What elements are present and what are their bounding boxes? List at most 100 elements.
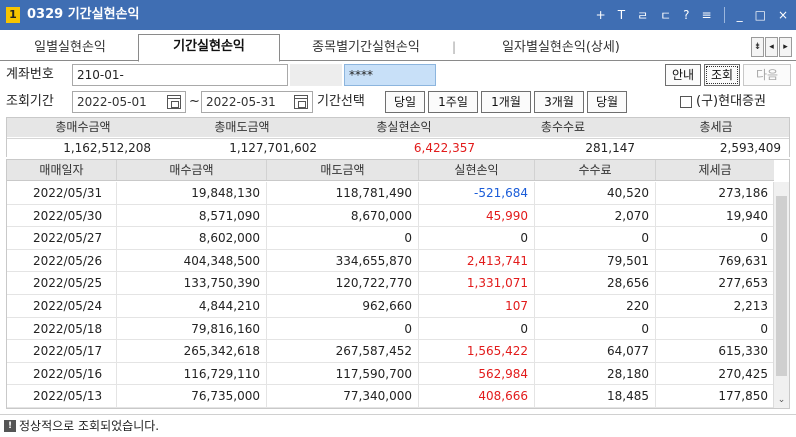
table-row[interactable]: 2022/05/13 76,735,000 77,340,000 408,666 18,… bbox=[7, 385, 774, 408]
grid-header-cell[interactable]: 매도금액 bbox=[267, 160, 419, 180]
preset-3month-button[interactable]: 3개월 bbox=[534, 91, 584, 113]
password-input[interactable]: **** bbox=[344, 64, 436, 86]
commission-cell: 0 bbox=[535, 317, 656, 340]
table-row[interactable]: 2022/05/25 133,750,390 120,722,770 1,331,07… bbox=[7, 272, 774, 295]
tax-cell: 0 bbox=[760, 231, 768, 246]
scroll-down-icon[interactable]: ⌄ bbox=[776, 395, 787, 405]
vertical-scrollbar[interactable]: ⌄ bbox=[773, 182, 789, 408]
period-label: 조회기간 bbox=[6, 94, 54, 109]
summary-header-cell: 총실현손익 bbox=[376, 120, 432, 134]
help-icon[interactable]: ? bbox=[683, 8, 689, 22]
table-row[interactable]: 2022/05/18 79,816,160 0 0 0 0 bbox=[7, 317, 774, 341]
account-row: 계좌번호 210-01- **** 안내 조회 다음 bbox=[0, 64, 796, 86]
table-row[interactable]: 2022/05/27 8,602,000 0 0 0 0 bbox=[7, 227, 774, 250]
grid-header-row: 매매일자 매수금액 매도금액 실현손익 수수료 제세금 bbox=[7, 160, 774, 181]
total-sell-amount: 1,127,701,602 bbox=[229, 141, 317, 155]
commission-cell: 40,520 bbox=[535, 182, 656, 204]
trade-date-cell: 2022/05/30 bbox=[7, 204, 117, 227]
sell-amount-cell: 118,781,490 bbox=[267, 182, 419, 204]
buy-amount-cell: 404,348,500 bbox=[117, 249, 267, 272]
buy-amount-cell: 8,571,090 bbox=[117, 204, 267, 227]
table-row[interactable]: 2022/05/24 4,844,210 962,660 107 220 2,213 bbox=[7, 294, 774, 318]
start-date-value: 2022-05-01 bbox=[77, 95, 147, 109]
table-row[interactable]: 2022/05/16 116,729,110 117,590,700 562,984 2… bbox=[7, 362, 774, 386]
sell-amount-cell: 8,670,000 bbox=[267, 204, 419, 227]
buy-amount-cell: 19,848,130 bbox=[117, 182, 267, 204]
font-size-icon[interactable]: T bbox=[618, 8, 625, 22]
old-hyundai-checkbox[interactable] bbox=[680, 96, 692, 108]
table-row[interactable]: 2022/05/17 265,342,618 267,587,452 1,565,42… bbox=[7, 340, 774, 363]
daily-pnl-grid: 매매일자 매수금액 매도금액 실현손익 수수료 제세금 2022/05/31 19… bbox=[6, 159, 790, 409]
tab-daily-realized-pnl[interactable]: 일별실현손익 bbox=[4, 36, 136, 61]
commission-cell: 64,077 bbox=[535, 340, 656, 362]
table-row[interactable]: 2022/05/30 8,571,090 8,670,000 45,990 2,070 1… bbox=[7, 204, 774, 228]
tab-daily-realized-pnl-detail[interactable]: 일자별실현손익(상세) bbox=[466, 36, 656, 61]
table-row[interactable]: 2022/05/26 404,348,500 334,655,870 2,413,74… bbox=[7, 249, 774, 273]
trade-date-cell: 2022/05/26 bbox=[7, 249, 117, 272]
account-number-input[interactable]: 210-01- bbox=[72, 64, 288, 86]
calendar-icon[interactable] bbox=[167, 95, 181, 109]
query-button[interactable]: 조회 bbox=[704, 64, 740, 86]
status-bar: ! 정상적으로 조회되었습니다. bbox=[0, 414, 796, 437]
minimize-icon[interactable]: _ bbox=[737, 8, 743, 22]
start-date-input[interactable]: 2022-05-01 bbox=[72, 91, 186, 113]
table-row[interactable]: 2022/05/31 19,848,130 118,781,490 -521,684 4… bbox=[7, 182, 774, 205]
preset-1week-button[interactable]: 1주일 bbox=[428, 91, 478, 113]
tab-prev-icon[interactable]: ◂ bbox=[765, 37, 778, 57]
screen-number-badge: 1 bbox=[6, 7, 20, 23]
buy-amount-cell: 76,735,000 bbox=[117, 385, 267, 407]
tax-cell: 2,213 bbox=[733, 298, 768, 313]
tab-list-icon[interactable]: ⇟ bbox=[751, 37, 764, 57]
tab-next-icon[interactable]: ▸ bbox=[779, 37, 792, 57]
tax-cell: 273,186 bbox=[718, 186, 768, 200]
status-message: 정상적으로 조회되었습니다. bbox=[19, 419, 160, 433]
grid-header-cell[interactable]: 수수료 bbox=[535, 160, 656, 180]
old-hyundai-label: (구)현대증권 bbox=[696, 94, 766, 109]
preset-today-button[interactable]: 당일 bbox=[385, 91, 425, 113]
preset-this-month-button[interactable]: 당월 bbox=[587, 91, 627, 113]
realized-pnl-cell: 1,565,422 bbox=[419, 340, 535, 362]
buy-amount-cell: 116,729,110 bbox=[117, 362, 267, 385]
sell-amount-cell: 117,590,700 bbox=[267, 362, 419, 385]
buy-amount-cell: 133,750,390 bbox=[117, 272, 267, 294]
preset-1month-button[interactable]: 1개월 bbox=[481, 91, 531, 113]
account-number-label: 계좌번호 bbox=[6, 67, 54, 82]
summary-header-cell: 총매수금액 bbox=[55, 120, 111, 134]
trade-date-cell: 2022/05/13 bbox=[7, 385, 117, 407]
next-button[interactable]: 다음 bbox=[743, 64, 791, 86]
realized-pnl-cell: 0 bbox=[419, 317, 535, 340]
maximize-icon[interactable]: □ bbox=[755, 8, 766, 22]
tax-cell: 277,653 bbox=[718, 276, 768, 291]
grid-header-cell[interactable]: 매수금액 bbox=[117, 160, 267, 180]
grid-header-cell[interactable]: 제세금 bbox=[656, 160, 774, 180]
commission-cell: 18,485 bbox=[535, 385, 656, 407]
info-button[interactable]: 안내 bbox=[665, 64, 701, 86]
pin-icon[interactable]: ㄷ bbox=[660, 7, 671, 24]
tax-cell: 0 bbox=[760, 321, 768, 336]
total-realized-pnl: 6,422,357 bbox=[413, 141, 475, 155]
total-buy-amount: 1,162,512,208 bbox=[63, 141, 151, 155]
tab-period-realized-pnl[interactable]: 기간실현손익 bbox=[138, 34, 280, 62]
grid-header-cell[interactable]: 실현손익 bbox=[419, 160, 535, 180]
calendar-icon[interactable] bbox=[294, 95, 308, 109]
sell-amount-cell: 77,340,000 bbox=[267, 385, 419, 407]
scrollbar-thumb[interactable] bbox=[776, 196, 787, 376]
end-date-value: 2022-05-31 bbox=[206, 95, 276, 109]
trade-date-cell: 2022/05/25 bbox=[7, 272, 117, 294]
buy-amount-cell: 79,816,160 bbox=[117, 317, 267, 340]
total-commission: 281,147 bbox=[585, 141, 635, 155]
link-icon[interactable]: ㄹ bbox=[637, 7, 648, 24]
tab-scroll-arrows: ⇟ ◂ ▸ bbox=[750, 37, 792, 57]
sell-amount-cell: 334,655,870 bbox=[267, 249, 419, 272]
window-titlebar: 1 0329 기간실현손익 + T ㄹ ㄷ ? ≡ _ □ × bbox=[0, 0, 796, 30]
realized-pnl-cell: 2,413,741 bbox=[419, 249, 535, 272]
tab-stock-period-realized-pnl[interactable]: 종목별기간실현손익 bbox=[286, 36, 446, 61]
menu-icon[interactable]: ≡ bbox=[702, 8, 712, 22]
total-tax: 2,593,409 bbox=[719, 141, 781, 155]
close-icon[interactable]: × bbox=[778, 8, 788, 22]
grid-header-cell[interactable]: 매매일자 bbox=[7, 160, 117, 180]
realized-pnl-cell: 1,331,071 bbox=[419, 272, 535, 294]
add-icon[interactable]: + bbox=[596, 8, 606, 22]
trade-date-cell: 2022/05/31 bbox=[7, 182, 117, 204]
end-date-input[interactable]: 2022-05-31 bbox=[201, 91, 313, 113]
